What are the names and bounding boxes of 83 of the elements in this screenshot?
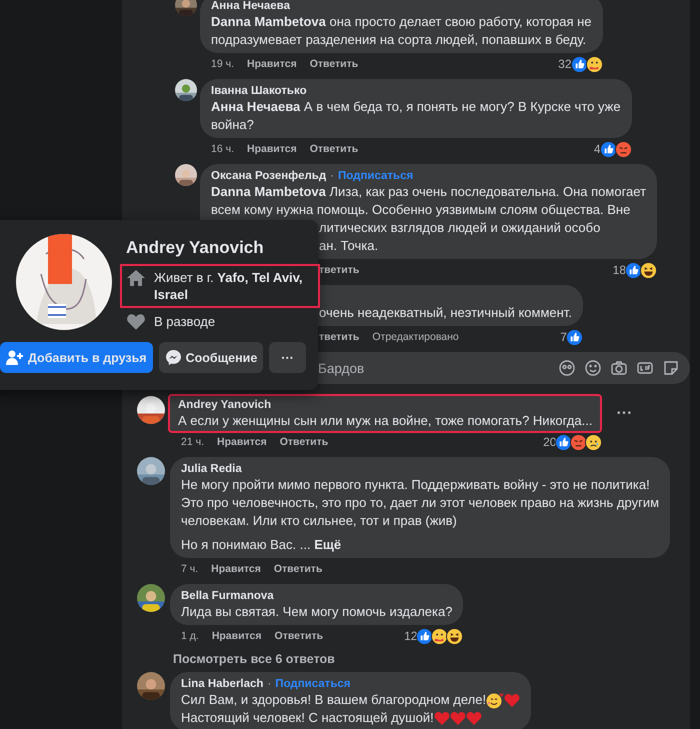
comment-text: всем кому нужна помощь. Особенно уязвимым слоям общества. Вне: [211, 201, 630, 219]
care-reaction-icon: [586, 56, 603, 72]
angry-reaction-icon: [614, 140, 632, 158]
action-link[interactable]: Ответить: [274, 630, 324, 642]
reaction-count: 7: [560, 330, 567, 344]
comment-text: человекам. Или кто сильнее, тот и прав (жив): [181, 512, 457, 530]
comment-text: Лида вы святая. Чем могу помочь издалека?: [181, 603, 452, 621]
heart-icon: [126, 313, 146, 331]
action-link[interactable]: тветить: [319, 264, 360, 276]
like-reaction-icon: [625, 262, 642, 278]
comment-text: А если у женщины сын или муж на войне, тоже помогать? Никогда...: [178, 412, 592, 430]
haha-reaction-icon: [446, 628, 464, 644]
heart-emoji-icon: [450, 710, 466, 726]
action-link[interactable]: Нравится: [246, 58, 297, 70]
comment-text: война?: [211, 116, 254, 134]
comment-author[interactable]: Іванна Шакотько: [211, 84, 307, 96]
more-button[interactable]: ···: [269, 342, 306, 373]
like-reaction-icon: [570, 56, 588, 72]
home-icon: [126, 269, 146, 287]
more-options-button[interactable]: ···: [612, 404, 636, 422]
profile-info-text: В разводе: [154, 313, 216, 330]
profile-info-text: Живет в г. Yafo, Tel Aviv, Israel: [154, 269, 304, 303]
comment-author[interactable]: Julia Redia: [181, 462, 242, 474]
comment-text: Danna Mambetova она просто делает свою работу, которая не: [211, 13, 592, 31]
action-link[interactable]: Ответить: [310, 58, 358, 70]
haha-reaction-icon: [640, 262, 658, 278]
reaction-count: 4: [594, 142, 601, 156]
comment-text: очень неадекватный, неэтичный коммент.: [319, 304, 572, 322]
timestamp: 19 ч.: [211, 58, 234, 70]
like-reaction-icon: [566, 328, 583, 346]
action-link[interactable]: тветить: [319, 331, 360, 343]
smiling-face-hearts-icon: [486, 692, 504, 708]
comment-text: Не могу пройти мимо первого пункта. Поддерживать войну - это не политика!: [181, 476, 650, 494]
view-replies-link[interactable]: Посмотреть все 6 ответов: [173, 651, 690, 667]
comment-text: ан. Точка.: [319, 237, 378, 255]
like-reaction-icon: [416, 628, 434, 644]
like-reaction-icon: [555, 434, 572, 450]
comment-text: Но я понимаю Вас. ...: [181, 536, 312, 554]
edited-label: Отредактировано: [372, 331, 459, 343]
timestamp: 16 ч.: [211, 143, 234, 155]
like-reaction-icon: [600, 140, 617, 158]
action-link[interactable]: Ответить: [280, 436, 328, 448]
heart-emoji-icon: [504, 692, 520, 708]
action-link[interactable]: Нравится: [212, 630, 262, 642]
action-link[interactable]: Нравится: [216, 436, 267, 448]
add-person-icon: [6, 350, 24, 366]
action-link[interactable]: Ответить: [310, 143, 358, 155]
comment-author[interactable]: Анна Нечаева: [211, 0, 290, 12]
timestamp: 1 д.: [181, 630, 199, 642]
comment-text: подразумевает разделения на сорта людей, попавших в беду.: [211, 31, 586, 49]
timestamp: 7 ч.: [181, 563, 198, 575]
timestamp: 21 ч.: [181, 436, 204, 448]
avatar-sticker-icon[interactable]: [558, 359, 576, 377]
comment-author[interactable]: Bella Furmanova: [181, 590, 274, 602]
reaction-count: 32: [558, 57, 572, 71]
action-link[interactable]: Нравится: [246, 143, 297, 155]
comment-text: Настоящий человек! С настоящей душой!: [181, 709, 434, 727]
care-reaction-icon: [431, 628, 448, 644]
see-more-link[interactable]: Ещё: [314, 536, 342, 554]
heart-emoji-icon: [434, 710, 450, 726]
comment-text: Сил Вам, и здоровья! В вашем благородном деле!: [181, 691, 486, 709]
heart-emoji-icon: [466, 710, 482, 726]
emoji-icon[interactable]: [584, 359, 602, 377]
separator-dot: ·: [267, 678, 272, 690]
camera-icon[interactable]: [610, 359, 628, 377]
action-link[interactable]: Нравится: [211, 563, 261, 575]
comment-text: Анна Нечаева А в чем беда то, я понять не могу? В Курске что уже: [211, 98, 621, 116]
separator-dot: ·: [330, 170, 334, 182]
action-link[interactable]: Ответить: [274, 563, 322, 575]
comment-text: Это про человечность, это про то, дает ли этот человек право на жизнь другим: [181, 494, 660, 512]
reply-input-field[interactable]: Бардов: [318, 352, 558, 384]
message-button[interactable]: Сообщение: [158, 342, 264, 373]
messenger-icon: [164, 349, 182, 366]
sticker-icon[interactable]: [662, 359, 680, 377]
profile-name[interactable]: Andrey Yanovich: [126, 238, 318, 258]
comment-author[interactable]: Lina Haberlach: [181, 678, 264, 690]
angry-reaction-icon: [570, 434, 588, 450]
comment-text: литических взглядов людей и ожиданий особо: [319, 219, 600, 237]
reaction-count: 18: [612, 263, 626, 277]
comment-author[interactable]: Andrey Yanovich: [178, 398, 272, 410]
comment-author[interactable]: Оксана Розенфельд: [211, 170, 326, 182]
reaction-count: 12: [404, 629, 418, 643]
comment-text: Danna Mambetova Лиза, как раз очень последовательна. Она помогает: [211, 183, 646, 201]
